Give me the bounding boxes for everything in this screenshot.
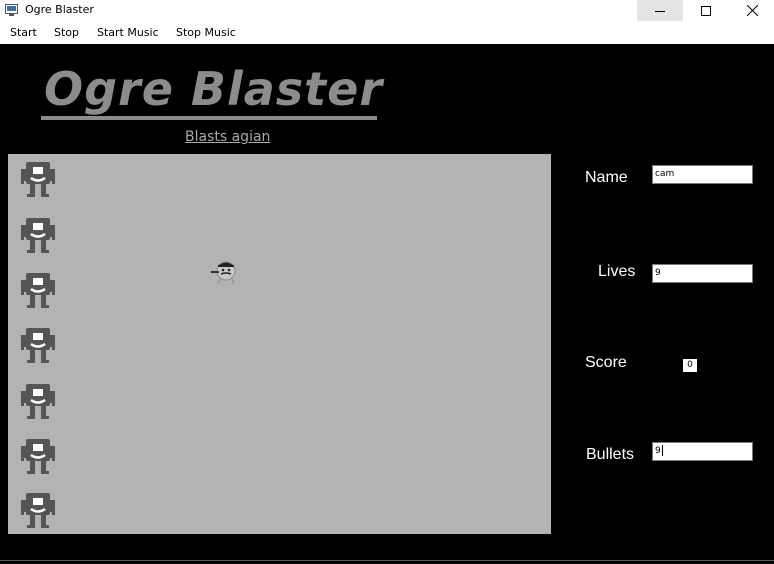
menu-start-music[interactable]: Start Music <box>97 26 159 39</box>
name-label: Name <box>585 169 628 186</box>
game-field[interactable] <box>8 154 551 534</box>
game-subtitle: Blasts agian <box>185 129 271 145</box>
maximize-icon <box>701 5 711 16</box>
lives-label: Lives <box>598 263 636 280</box>
player-sprite <box>211 261 236 285</box>
ogre-sprite <box>21 384 55 419</box>
bullets-value: 9 <box>655 446 661 456</box>
menu-start[interactable]: Start <box>10 26 37 39</box>
ogre-sprite <box>21 493 55 528</box>
name-field[interactable]: cam <box>652 165 753 184</box>
menu-stop[interactable]: Stop <box>54 26 79 39</box>
window-titlebar: Ogre Blaster <box>0 0 774 21</box>
bullets-field[interactable]: 9 <box>652 442 753 461</box>
app-window-icon <box>5 4 18 16</box>
minimize-icon <box>655 10 665 12</box>
ogre-sprite <box>21 218 55 253</box>
menu-stop-music[interactable]: Stop Music <box>176 26 236 39</box>
score-label: Score <box>585 354 627 371</box>
window-title: Ogre Blaster <box>25 3 94 16</box>
menu-bar: Start Stop Start Music Stop Music <box>0 21 774 44</box>
maximize-button[interactable] <box>683 0 729 21</box>
minimize-button[interactable] <box>637 0 683 21</box>
window-bottom-border <box>0 560 774 561</box>
close-icon <box>746 5 758 16</box>
text-caret <box>661 445 663 456</box>
score-value: 0 <box>683 359 697 372</box>
ogre-sprite <box>21 439 55 474</box>
lives-field[interactable]: 9 <box>652 264 753 283</box>
ogre-sprite <box>21 273 55 308</box>
title-underline <box>41 116 377 120</box>
game-title: Ogre Blaster <box>44 62 384 116</box>
ogre-sprite <box>21 328 55 363</box>
ogre-sprite <box>21 162 55 197</box>
close-button[interactable] <box>729 0 774 21</box>
bullets-label: Bullets <box>586 446 635 463</box>
